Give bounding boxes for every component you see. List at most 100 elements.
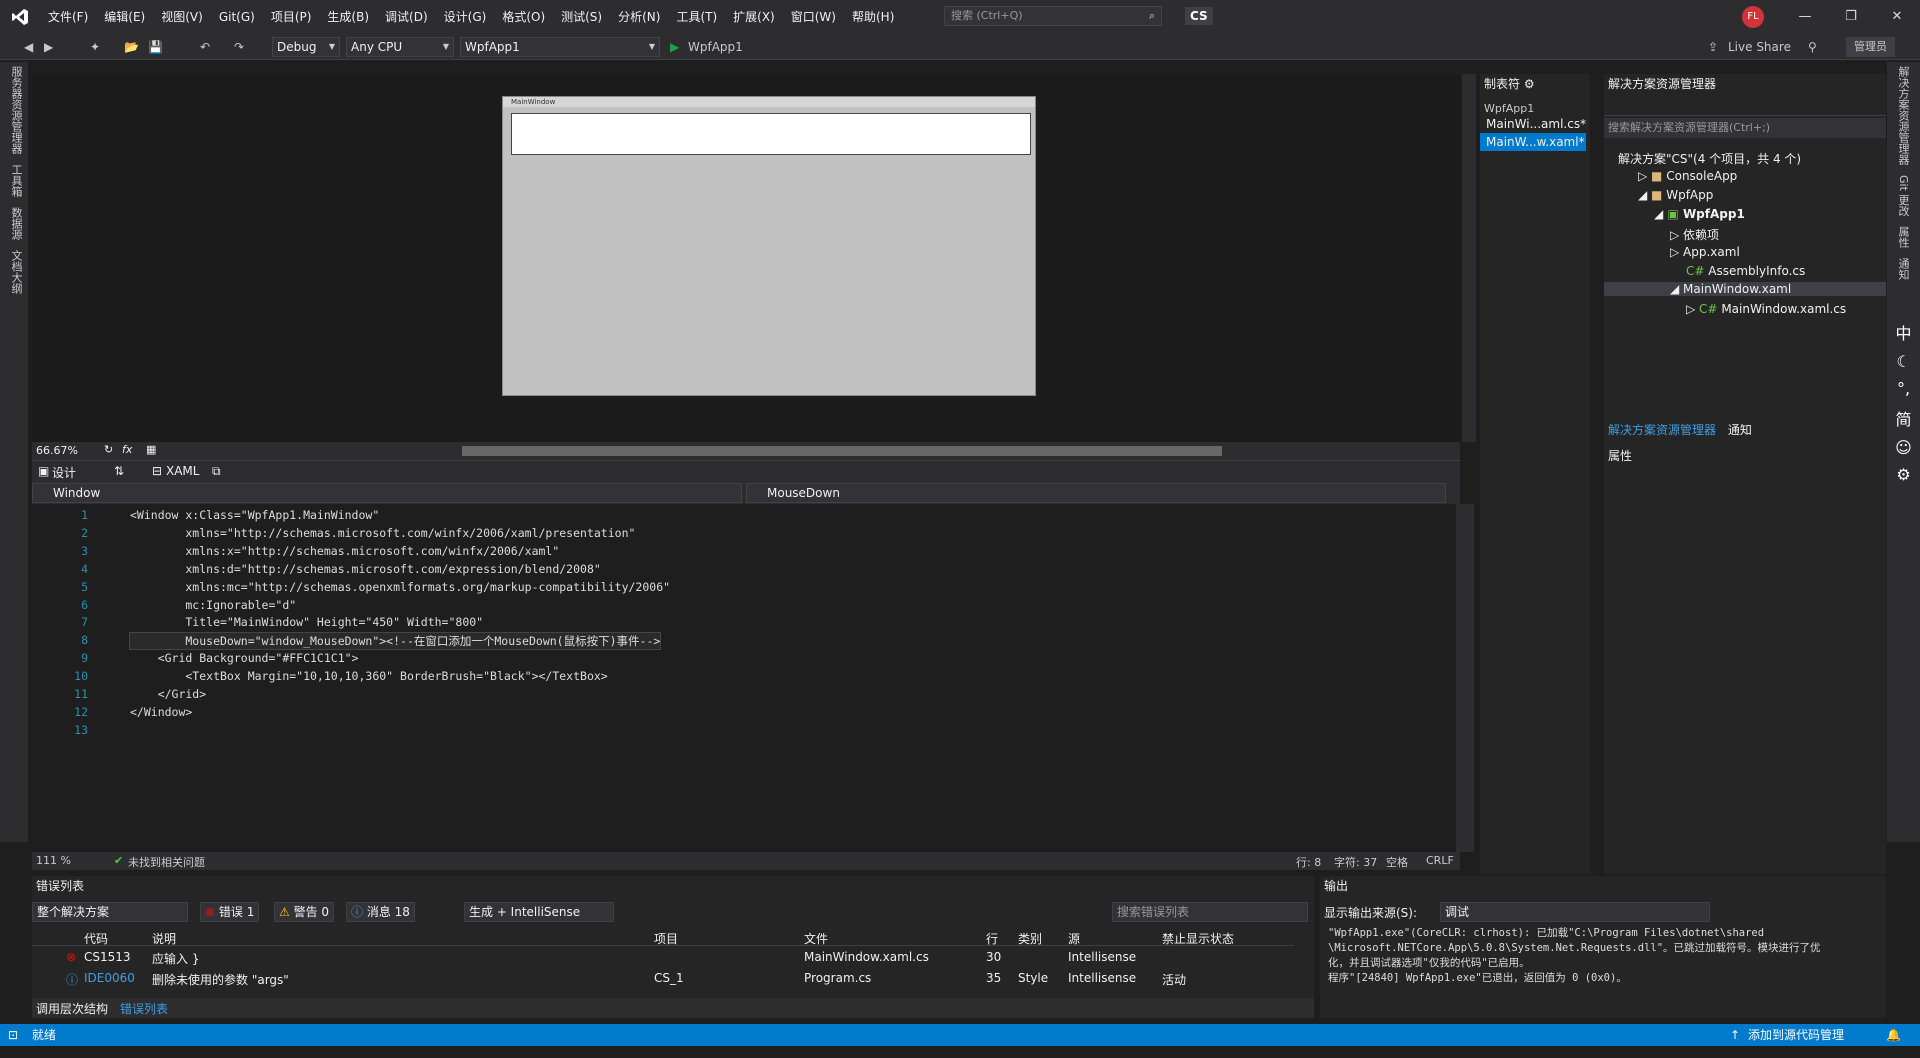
menu-item[interactable]: 编辑(E) — [96, 0, 153, 34]
popout-icon[interactable]: ⧉ — [212, 464, 221, 479]
solution-explorer-tab[interactable]: 解决方案资源管理器 — [1895, 66, 1911, 165]
column-header[interactable]: 代码 — [84, 930, 108, 947]
forward-icon[interactable]: ▶ — [44, 37, 53, 57]
settings-icon[interactable]: ⚙ — [1887, 465, 1920, 484]
menu-item[interactable]: 调试(D) — [377, 0, 436, 34]
column-header[interactable]: 源 — [1068, 930, 1080, 947]
solution-search[interactable]: 搜索解决方案资源管理器(Ctrl+;) — [1604, 118, 1886, 138]
code-line[interactable]: <Grid Background="#FFC1C1C1"> — [130, 651, 359, 665]
textbox-preview[interactable] — [511, 113, 1031, 155]
add-to-source-control[interactable]: 添加到源代码管理 — [1748, 1024, 1844, 1046]
code-line[interactable]: xmlns="http://schemas.microsoft.com/winf… — [130, 526, 635, 540]
menu-item[interactable]: 工具(T) — [668, 0, 725, 34]
search-input[interactable]: 搜索 (Ctrl+Q) ⌕ — [944, 6, 1162, 26]
properties-tab[interactable]: 属性 — [1895, 226, 1911, 248]
designer-vscrollbar[interactable] — [1462, 74, 1476, 442]
undo-icon[interactable]: ↶ — [200, 37, 210, 57]
code-line[interactable]: <TextBox Margin="10,10,10,360" BorderBru… — [130, 669, 607, 683]
config-dropdown[interactable]: Debug ▼ — [272, 37, 340, 57]
column-header[interactable]: 行 — [986, 930, 998, 947]
tab-item[interactable]: MainWi...aml.cs* — [1480, 115, 1590, 133]
zoom-level[interactable]: 66.67% — [36, 444, 78, 457]
menu-item[interactable]: 格式(O) — [494, 0, 553, 34]
tab-xaml[interactable]: XAML — [166, 464, 199, 478]
menu-item[interactable]: 文件(F) — [40, 0, 96, 34]
code-line[interactable]: </Window> — [130, 705, 192, 719]
eol-indicator[interactable]: CRLF — [1426, 854, 1454, 867]
menu-item[interactable]: 生成(B) — [319, 0, 377, 34]
notifications-tab[interactable]: 通知 — [1895, 258, 1911, 280]
menu-item[interactable]: 帮助(H) — [844, 0, 902, 34]
menu-item[interactable]: 窗口(W) — [783, 0, 844, 34]
open-icon[interactable]: 📂 — [124, 37, 139, 57]
tab-call-hierarchy[interactable]: 调用层次结构 — [36, 1000, 108, 1017]
emoji-icon[interactable]: ☺ — [1887, 438, 1920, 457]
tab-item-active[interactable]: MainW...w.xaml* — [1480, 133, 1586, 151]
refresh-icon[interactable]: ↻ — [104, 443, 113, 456]
moon-icon[interactable]: ☾ — [1887, 352, 1920, 371]
git-changes-tab[interactable]: Git 更改 — [1895, 175, 1911, 216]
fx-icon[interactable]: fx — [122, 443, 132, 456]
new-project-icon[interactable]: ✦ — [90, 37, 100, 57]
grid-icon[interactable]: ▦ — [146, 443, 156, 456]
ime-chinese-icon[interactable]: 中 — [1887, 320, 1920, 344]
solution-root[interactable]: 解决方案"CS"(4 个项目，共 4 个) — [1618, 150, 1801, 167]
errors-filter-button[interactable]: ⊗ 错误 1 — [200, 902, 260, 922]
swap-panes-icon[interactable]: ⇅ — [114, 464, 124, 478]
tree-node-app-xaml[interactable]: ▷ App.xaml — [1670, 245, 1740, 259]
data-sources-tab[interactable]: 数据源 — [8, 207, 24, 240]
build-filter-dropdown[interactable]: 生成 + IntelliSense — [464, 902, 614, 922]
run-button[interactable]: WpfApp1 — [688, 37, 743, 57]
column-header[interactable]: 禁止显示状态 — [1162, 930, 1234, 947]
messages-filter-button[interactable]: ⓘ 消息 18 — [346, 902, 415, 922]
event-dropdown[interactable]: MouseDown — [746, 483, 1446, 503]
table-row[interactable]: ⓘ IDE0060 删除未使用的参数 "args" CS_1 Program.cs 35 S… — [32, 969, 1294, 989]
menu-item[interactable]: 视图(V) — [153, 0, 211, 34]
run-icon[interactable]: ▶ — [670, 37, 679, 57]
editor-zoom[interactable]: 111 % — [36, 854, 71, 867]
space-indicator[interactable]: 空格 — [1386, 854, 1408, 870]
redo-icon[interactable]: ↷ — [234, 37, 244, 57]
bell-icon[interactable]: 🔔 — [1886, 1024, 1901, 1046]
error-search-input[interactable]: 搜索错误列表 — [1112, 902, 1308, 922]
tab-solution-explorer[interactable]: 解决方案资源管理器 — [1604, 423, 1716, 437]
menu-item[interactable]: 分析(N) — [610, 0, 668, 34]
document-outline-tab[interactable]: 文档大纲 — [8, 250, 24, 294]
xaml-code-editor[interactable]: 1 <Window x:Class="WpfApp1.MainWindow" 2 x… — [32, 504, 1474, 852]
platform-dropdown[interactable]: Any CPU ▼ — [346, 37, 454, 57]
save-icon[interactable]: 💾 — [148, 37, 163, 57]
menu-item[interactable]: 设计(G) — [436, 0, 495, 34]
element-dropdown[interactable]: Window — [32, 483, 742, 503]
code-line[interactable]: mc:Ignorable="d" — [130, 598, 296, 612]
warnings-filter-button[interactable]: ⚠ 警告 0 — [274, 902, 335, 922]
tab-design[interactable]: 设计 — [52, 464, 76, 481]
back-icon[interactable]: ◀ — [24, 37, 33, 57]
column-header[interactable]: 说明 — [152, 930, 176, 947]
toolbox-tab[interactable]: 工具箱 — [8, 164, 24, 197]
tree-node-mainwindow-xaml[interactable]: ◢ MainWindow.xaml — [1604, 282, 1886, 296]
tab-error-list[interactable]: 错误列表 — [120, 1000, 168, 1017]
output-source-dropdown[interactable]: 调试 — [1440, 902, 1710, 922]
punctuation-icon[interactable]: °, — [1887, 379, 1920, 398]
code-line[interactable]: <Window x:Class="WpfApp1.MainWindow" — [130, 508, 379, 522]
live-share-button[interactable]: Live Share — [1728, 37, 1791, 57]
server-explorer-tab[interactable]: 服务器资源管理器 — [8, 66, 24, 154]
gear-icon[interactable]: ⚙ — [1524, 77, 1535, 91]
code-line[interactable]: </Grid> — [130, 687, 206, 701]
maximize-icon[interactable]: ❐ — [1828, 0, 1874, 34]
code-line[interactable]: MouseDown="window_MouseDown"><!--在窗口添加一个… — [128, 632, 662, 651]
scope-dropdown[interactable]: 整个解决方案 — [32, 902, 188, 922]
tree-node-dependencies[interactable]: ▷ 依赖项 — [1670, 226, 1719, 243]
editor-vscrollbar[interactable] — [1456, 504, 1474, 852]
minimize-icon[interactable]: — — [1782, 0, 1828, 34]
table-row[interactable]: ⊗ CS1513 应输入 } MainWindow.xaml.cs 30 Intellis… — [32, 948, 1294, 968]
tree-node-consoleapp[interactable]: ▷ ■ ConsoleApp — [1638, 169, 1737, 183]
code-line[interactable]: xmlns:x="http://schemas.microsoft.com/wi… — [130, 544, 559, 558]
designer-window-preview[interactable]: MainWindow — [502, 96, 1036, 396]
tree-node-mainwindow-cs[interactable]: ▷ C# MainWindow.xaml.cs — [1686, 302, 1846, 316]
menu-item[interactable]: 扩展(X) — [725, 0, 783, 34]
code-line[interactable]: Title="MainWindow" Height="450" Width="8… — [130, 615, 483, 629]
menu-item[interactable]: Git(G) — [211, 0, 263, 34]
tree-node-wpfapp[interactable]: ◢ ■ WpfApp — [1638, 188, 1713, 202]
column-header[interactable]: 类别 — [1018, 930, 1042, 947]
